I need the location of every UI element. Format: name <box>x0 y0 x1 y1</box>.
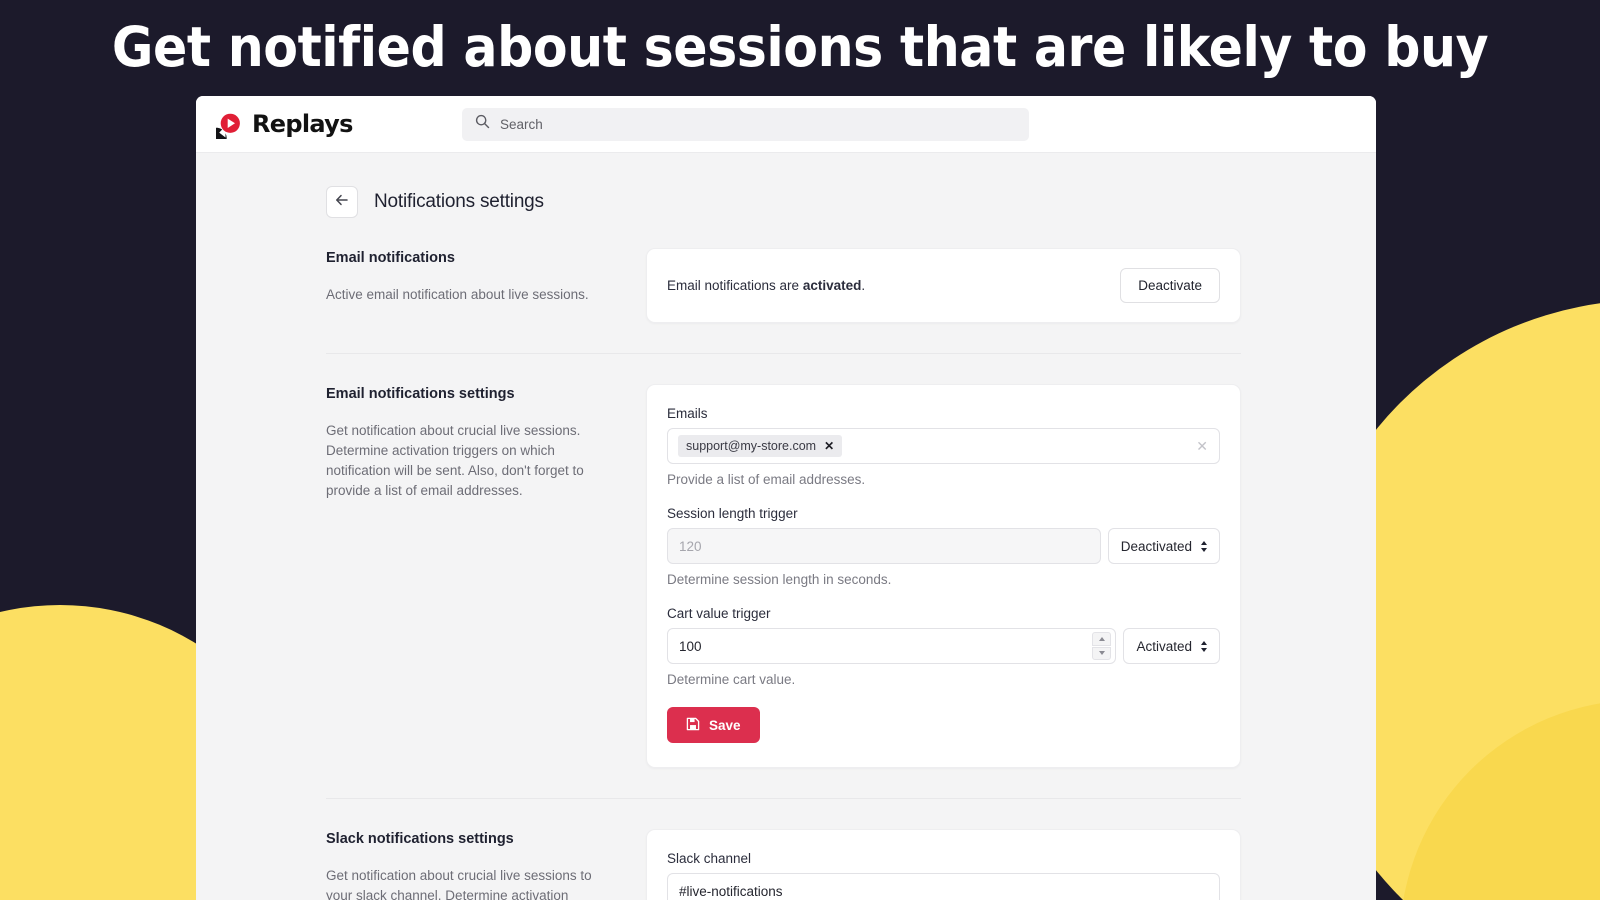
app-screenshot-panel: Replays Search Notifications settings Em… <box>196 96 1376 900</box>
section-email-notifications-settings: Email notifications settings Get notific… <box>196 384 1376 768</box>
chevron-updown-icon <box>1201 640 1207 652</box>
session-length-placeholder: 120 <box>679 538 702 554</box>
status-prefix: Email notifications are <box>667 278 803 293</box>
chevron-down-icon[interactable] <box>1092 646 1112 660</box>
field-label: Slack channel <box>667 851 752 866</box>
status-suffix: . <box>861 278 866 293</box>
search-input[interactable]: Search <box>462 107 1029 141</box>
search-placeholder: Search <box>500 116 543 132</box>
cart-value-value: 100 <box>679 638 702 654</box>
chevron-up-icon[interactable] <box>1092 632 1112 646</box>
settings-content: Notifications settings Email notificatio… <box>196 153 1376 900</box>
section-divider <box>326 798 1241 799</box>
section-slack-notifications-settings: Slack notifications settings Get notific… <box>196 829 1376 900</box>
cart-value-state-select[interactable]: Activated <box>1123 628 1220 664</box>
section-email-notifications: Email notifications Active email notific… <box>196 248 1376 323</box>
emails-tag-input[interactable]: support@my-store.com ✕ ✕ <box>667 428 1220 464</box>
section-heading: Email notifications settings <box>326 386 515 402</box>
save-button[interactable]: Save <box>667 707 760 743</box>
field-hint: Provide a list of email addresses. <box>667 472 866 487</box>
section-left-column: Email notifications Active email notific… <box>326 248 646 305</box>
save-button-label: Save <box>709 717 741 733</box>
field-slack-channel: Slack channel #live-notifications <box>667 851 1220 900</box>
search-icon <box>475 114 490 134</box>
field-emails: Emails support@my-store.com ✕ ✕ Provide … <box>667 406 1220 487</box>
status-state: activated <box>802 278 862 293</box>
close-x-icon[interactable]: ✕ <box>824 440 834 452</box>
field-hint: Determine session length in seconds. <box>667 572 892 587</box>
arrow-left-icon <box>334 192 350 213</box>
marketing-headline: Get notified about sessions that are lik… <box>111 15 1489 79</box>
email-tag[interactable]: support@my-store.com ✕ <box>678 435 843 457</box>
section-right-column: Email notifications are activated. Deact… <box>646 248 1241 323</box>
trigger-row: 100 Activated <box>667 628 1220 664</box>
select-value: Activated <box>1136 638 1192 654</box>
section-divider <box>326 353 1241 354</box>
trigger-row: 120 Deactivated <box>667 528 1220 564</box>
page-header: Notifications settings <box>196 153 1376 218</box>
section-left-column: Email notifications settings Get notific… <box>326 384 646 501</box>
page-title: Notifications settings <box>374 191 544 212</box>
section-description: Get notification about crucial live sess… <box>326 423 584 498</box>
section-description: Get notification about crucial live sess… <box>326 868 592 900</box>
section-right-column: Emails support@my-store.com ✕ ✕ Provide … <box>646 384 1241 768</box>
cart-value-input[interactable]: 100 <box>667 628 1117 664</box>
slack-channel-value: #live-notifications <box>679 883 783 899</box>
session-length-input[interactable]: 120 <box>667 528 1101 564</box>
email-settings-card: Emails support@my-store.com ✕ ✕ Provide … <box>646 384 1241 768</box>
slack-settings-card: Slack channel #live-notifications Sessio… <box>646 829 1241 900</box>
status-text: Email notifications are activated. <box>667 278 865 293</box>
field-hint: Determine cart value. <box>667 672 796 687</box>
field-session-length-trigger: Session length trigger 120 Deactivated D… <box>667 506 1220 587</box>
session-length-state-select[interactable]: Deactivated <box>1107 528 1220 564</box>
play-circle-replay-icon <box>206 110 245 148</box>
select-value: Deactivated <box>1120 538 1192 554</box>
section-description: Active email notification about live ses… <box>326 287 589 302</box>
section-heading: Slack notifications settings <box>326 831 514 847</box>
field-cart-value-trigger: Cart value trigger 100 Activated Determi… <box>667 606 1220 687</box>
brand-name: Replays <box>252 110 353 138</box>
back-button[interactable] <box>326 186 358 218</box>
floppy-save-icon <box>686 717 700 734</box>
section-heading: Email notifications <box>326 250 455 266</box>
app-topbar: Replays Search <box>196 96 1376 153</box>
field-label: Session length trigger <box>667 506 798 521</box>
deactivate-button[interactable]: Deactivate <box>1120 268 1220 303</box>
activation-status-card: Email notifications are activated. Deact… <box>646 248 1241 323</box>
section-left-column: Slack notifications settings Get notific… <box>326 829 646 900</box>
field-label: Cart value trigger <box>667 606 771 621</box>
quantity-stepper[interactable] <box>1092 632 1112 660</box>
section-right-column: Slack channel #live-notifications Sessio… <box>646 829 1241 900</box>
brand-logo[interactable]: Replays <box>206 110 353 148</box>
clear-x-icon[interactable]: ✕ <box>1196 439 1208 453</box>
slack-channel-input[interactable]: #live-notifications <box>667 873 1220 900</box>
chevron-updown-icon <box>1201 540 1207 552</box>
field-label: Emails <box>667 406 708 421</box>
email-tag-text: support@my-store.com <box>686 439 817 453</box>
